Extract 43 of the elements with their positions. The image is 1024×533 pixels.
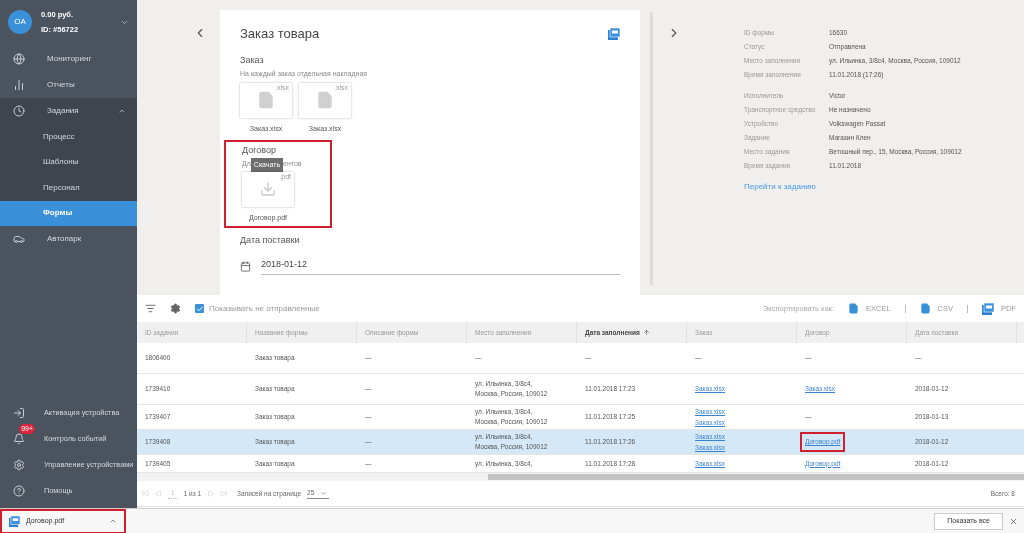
file-icon (919, 303, 931, 314)
submenu-item[interactable]: Формы (0, 200, 137, 226)
section-heading: Договор (242, 144, 277, 157)
caret-icon (109, 517, 117, 525)
close-icon[interactable] (1009, 516, 1018, 526)
horizontal-scrollbar[interactable] (488, 474, 1024, 480)
caret-icon (320, 489, 328, 497)
file-icon (847, 303, 859, 314)
globe-icon (13, 53, 25, 65)
avatar: OA (8, 10, 32, 34)
pdf-file-icon (9, 515, 20, 527)
bell-icon (13, 433, 25, 445)
go-to-task-link[interactable]: Перейти к заданию (744, 181, 962, 193)
download-icon (260, 181, 276, 197)
pdf-file-icon (608, 27, 620, 40)
submenu-item[interactable]: Персонал (0, 175, 137, 201)
form-title: Заказ товара (240, 25, 320, 43)
caret-icon (118, 107, 126, 115)
section-heading: Заказ (240, 53, 265, 67)
calendar-icon (240, 260, 251, 272)
sort-arrow-icon (642, 329, 650, 336)
menu-item[interactable]: Автопарк (0, 226, 137, 252)
settings-icon (13, 459, 25, 471)
check-icon (195, 304, 204, 313)
file-icon (257, 91, 275, 109)
submenu-item[interactable]: Шаблоны (0, 149, 137, 175)
bar-chart-icon (13, 79, 25, 91)
submenu-item[interactable]: Процесс (0, 124, 137, 150)
menu-item[interactable]: Мониторинг (0, 46, 137, 72)
car-icon (13, 233, 25, 245)
pdf-file-icon (982, 302, 994, 315)
show-unsent-checkbox[interactable]: Показывать не отправленные (195, 302, 320, 315)
filter-icon[interactable] (145, 303, 156, 314)
login-icon (13, 407, 25, 419)
clock-icon (13, 105, 25, 117)
section-heading: Дата поставки (240, 234, 301, 247)
checkbox[interactable] (195, 304, 204, 313)
date-field[interactable]: 2018-01-12 (261, 257, 620, 275)
menu-item[interactable]: Задания (0, 98, 137, 124)
file-icon (316, 91, 334, 109)
settings-icon[interactable] (170, 303, 181, 314)
help-icon (13, 485, 25, 497)
menu-item[interactable]: Отчеты (0, 72, 137, 98)
